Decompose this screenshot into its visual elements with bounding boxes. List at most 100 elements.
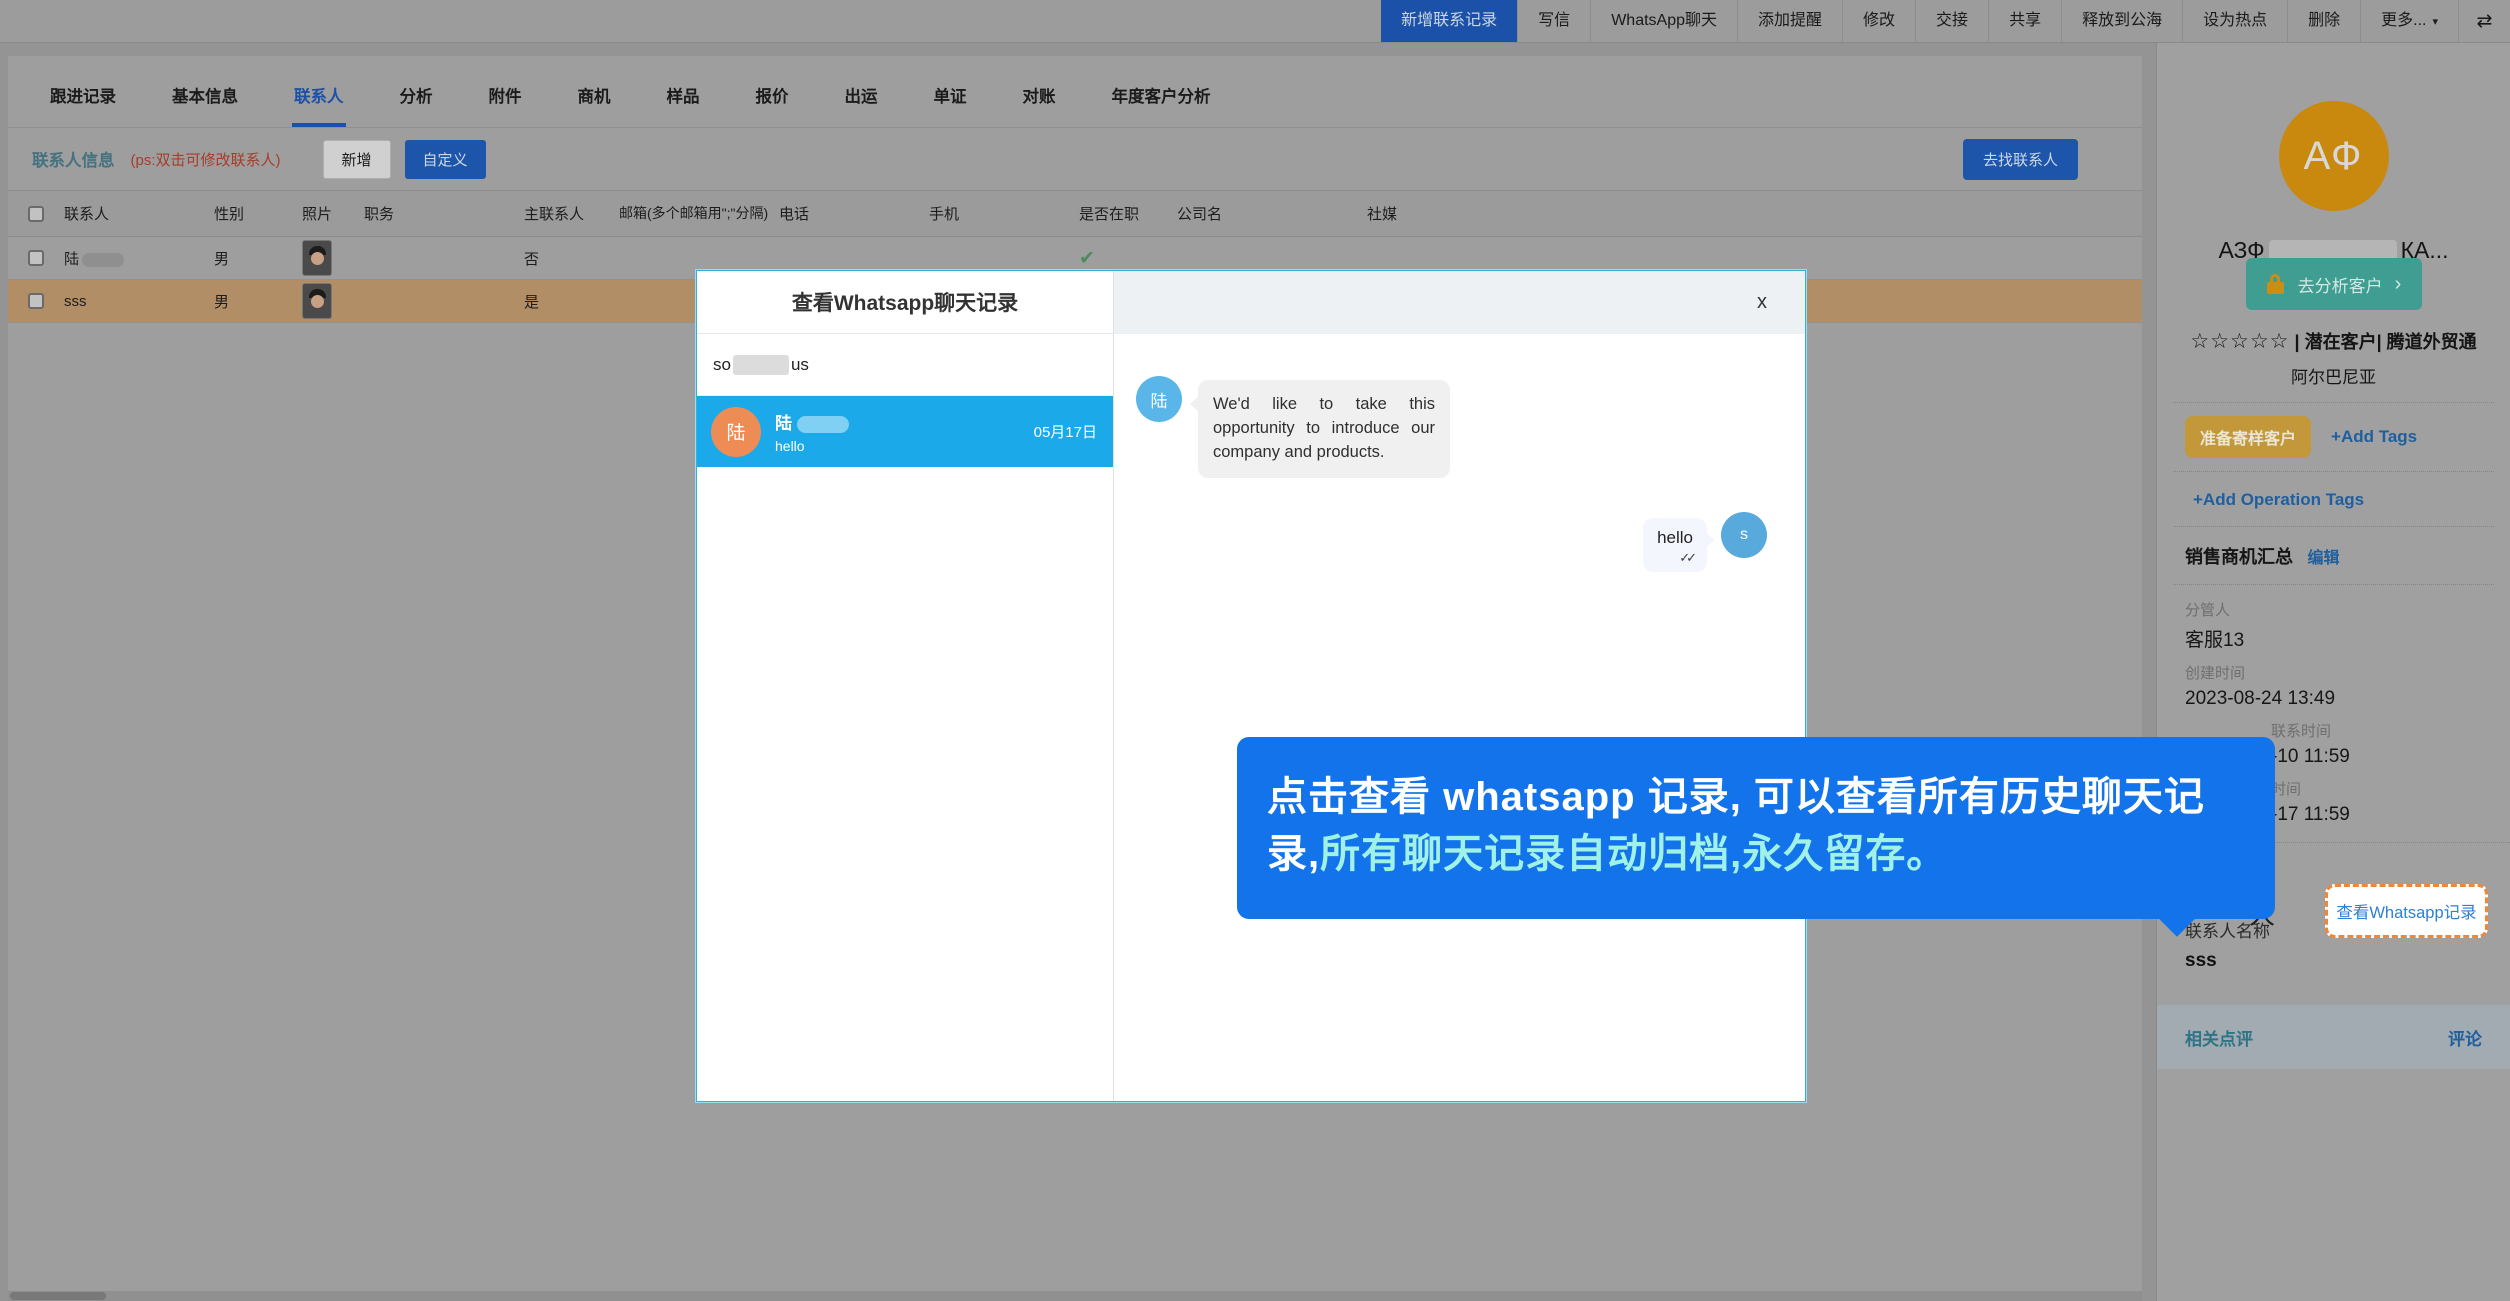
- tab-documents[interactable]: 单证: [906, 65, 995, 127]
- toolbar-write-email-button[interactable]: 写信: [1517, 0, 1590, 42]
- chat-messages: 陆 We'd like to take this opportunity to …: [1114, 334, 1805, 572]
- customize-columns-button[interactable]: 自定义: [405, 140, 486, 179]
- tab-reconciliation[interactable]: 对账: [995, 65, 1084, 127]
- message-bubble: We'd like to take this opportunity to in…: [1198, 380, 1450, 478]
- view-whatsapp-records-button[interactable]: 查看Whatsapp记录: [2325, 884, 2488, 938]
- tab-annual-customer-analysis[interactable]: 年度客户分析: [1084, 65, 1239, 127]
- contact-photo[interactable]: [302, 240, 332, 276]
- toolbar-add-reminder-button[interactable]: 添加提醒: [1737, 0, 1842, 42]
- message-bubble: hello ✓✓: [1643, 518, 1707, 572]
- col-photo: 照片: [292, 203, 354, 224]
- col-social-media: 社媒: [1357, 203, 1657, 224]
- col-mobile: 手机: [919, 203, 1069, 224]
- toolbar-release-to-pool-button[interactable]: 释放到公海: [2061, 0, 2182, 42]
- whatsapp-records-modal: 查看Whatsapp聊天记录 sous 陆 陆 hello 05月17日 x 陆…: [696, 270, 1806, 1102]
- conversation-list-panel: 查看Whatsapp聊天记录 sous 陆 陆 hello 05月17日: [697, 271, 1114, 1101]
- toolbar-new-contact-record-button[interactable]: 新增联系记录: [1381, 0, 1517, 42]
- tour-callout: 点击查看 whatsapp 记录, 可以查看所有历史聊天记录,所有聊天记录自动归…: [1237, 737, 2275, 919]
- col-position: 职务: [354, 203, 514, 224]
- col-contact: 联系人: [54, 203, 204, 224]
- redacted-text: [797, 416, 849, 433]
- toolbar-whatsapp-chat-button[interactable]: WhatsApp聊天: [1590, 0, 1737, 42]
- add-operation-tags-link[interactable]: +Add Operation Tags: [2193, 490, 2364, 510]
- tab-shipments[interactable]: 出运: [817, 65, 906, 127]
- outgoing-message: hello ✓✓ s: [1136, 512, 1767, 572]
- chevron-right-icon: ›: [2395, 273, 2402, 296]
- customer-sidebar: АФ АЗФКА... 去分析客户 › ☆☆☆☆☆ | 潜在客户| 腾道外贸通 …: [2156, 43, 2510, 1301]
- callout-text: 点击查看 whatsapp 记录, 可以查看所有历史聊天记录,所有聊天记录自动归…: [1267, 769, 2245, 883]
- in-service-check-icon: ✔: [1079, 248, 1095, 269]
- redacted-text: [82, 253, 124, 267]
- own-avatar: s: [1721, 512, 1767, 558]
- top-toolbar: 新增联系记录 写信 WhatsApp聊天 添加提醒 修改 交接 共享 释放到公海…: [0, 0, 2510, 43]
- customer-tag[interactable]: 准备寄样客户: [2185, 416, 2311, 458]
- col-company: 公司名: [1167, 203, 1357, 224]
- chat-panel-header: x: [1114, 271, 1805, 334]
- toolbar-handover-button[interactable]: 交接: [1915, 0, 1988, 42]
- contact-name-value: sss: [2157, 950, 2510, 972]
- related-reviews-label: 相关点评: [2185, 1025, 2253, 1050]
- rating-text: | 潜在客户| 腾道外贸通: [2295, 332, 2477, 352]
- col-gender: 性别: [204, 203, 292, 224]
- sender-avatar: 陆: [1136, 376, 1182, 422]
- contact-info-bar: 联系人信息 (ps:双击可修改联系人) 新增 自定义 去找联系人: [8, 128, 2142, 190]
- conversation-item[interactable]: 陆 陆 hello 05月17日: [697, 396, 1113, 467]
- comment-link[interactable]: 评论: [2448, 1025, 2482, 1050]
- tab-contacts[interactable]: 联系人: [266, 65, 372, 127]
- row-checkbox[interactable]: [28, 293, 44, 309]
- more-label: 更多...: [2381, 12, 2426, 29]
- swap-panels-icon[interactable]: ⇄: [2458, 0, 2510, 42]
- col-phone: 电话: [769, 203, 919, 224]
- tags-row: 准备寄样客户 +Add Tags: [2157, 403, 2510, 471]
- analyze-customer-button[interactable]: 去分析客户 ›: [2246, 258, 2422, 310]
- tab-samples[interactable]: 样品: [639, 65, 728, 127]
- customer-rating: ☆☆☆☆☆ | 潜在客户| 腾道外贸通: [2157, 328, 2510, 354]
- modal-title: 查看Whatsapp聊天记录: [697, 271, 1113, 334]
- detail-tabs: 跟进记录 基本信息 联系人 分析 附件 商机 样品 报价 出运 单证 对账 年度…: [8, 56, 2142, 128]
- field-created-time: 创建时间 2023-08-24 13:49: [2185, 662, 2510, 710]
- add-contact-button[interactable]: 新增: [323, 140, 391, 179]
- tab-opportunities[interactable]: 商机: [550, 65, 639, 127]
- toolbar-set-hotspot-button[interactable]: 设为热点: [2182, 0, 2287, 42]
- toolbar-share-button[interactable]: 共享: [1988, 0, 2061, 42]
- contact-info-title: 联系人信息: [32, 147, 115, 171]
- field-manager: 分管人 客服13: [2185, 599, 2510, 652]
- redacted-text: [733, 355, 789, 375]
- col-email: 邮箱(多个邮箱用";"分隔): [609, 205, 769, 222]
- col-in-service: 是否在职: [1069, 203, 1167, 224]
- incoming-message: 陆 We'd like to take this opportunity to …: [1136, 376, 1767, 478]
- caret-down-icon: ▾: [2432, 16, 2438, 28]
- field-contact-time: 联系时间 -10 11:59: [2271, 720, 2510, 768]
- chat-panel: x 陆 We'd like to take this opportunity t…: [1114, 271, 1805, 1101]
- tab-quotations[interactable]: 报价: [728, 65, 817, 127]
- contacts-table-header: 联系人 性别 照片 职务 主联系人 邮箱(多个邮箱用";"分隔) 电话 手机 是…: [8, 190, 2142, 237]
- select-all-checkbox[interactable]: [28, 206, 44, 222]
- field-next-time: 时间 -17 11:59: [2271, 778, 2510, 826]
- horizontal-scrollbar[interactable]: [8, 1291, 2142, 1301]
- scrollbar-thumb[interactable]: [10, 1292, 106, 1300]
- delivered-ticks-icon: ✓✓: [1671, 550, 1693, 566]
- whatsapp-account-row[interactable]: sous: [697, 334, 1113, 396]
- tab-followup-records[interactable]: 跟进记录: [22, 65, 144, 127]
- conversation-avatar: 陆: [711, 407, 761, 457]
- conversation-preview: hello: [775, 438, 849, 454]
- star-rating-icons[interactable]: ☆☆☆☆☆: [2190, 330, 2289, 353]
- close-icon[interactable]: x: [1757, 291, 1767, 314]
- sales-summary-row: 销售商机汇总 编辑: [2157, 527, 2510, 584]
- add-tags-link[interactable]: +Add Tags: [2331, 427, 2417, 447]
- row-checkbox[interactable]: [28, 250, 44, 266]
- col-main-contact: 主联系人: [514, 203, 609, 224]
- customer-country: 阿尔巴尼亚: [2157, 363, 2510, 388]
- contact-info-hint: (ps:双击可修改联系人): [131, 149, 281, 170]
- toolbar-more-button[interactable]: 更多... ▾: [2360, 0, 2458, 42]
- tab-attachments[interactable]: 附件: [461, 65, 550, 127]
- tab-analysis[interactable]: 分析: [372, 65, 461, 127]
- tab-basic-info[interactable]: 基本信息: [144, 65, 266, 127]
- customer-avatar: АФ: [2279, 101, 2389, 211]
- find-contacts-button[interactable]: 去找联系人: [1963, 139, 2078, 180]
- contact-photo[interactable]: [302, 283, 332, 319]
- toolbar-modify-button[interactable]: 修改: [1842, 0, 1915, 42]
- toolbar-delete-button[interactable]: 删除: [2287, 0, 2360, 42]
- edit-summary-link[interactable]: 编辑: [2307, 544, 2339, 568]
- conversation-date: 05月17日: [1034, 421, 1097, 442]
